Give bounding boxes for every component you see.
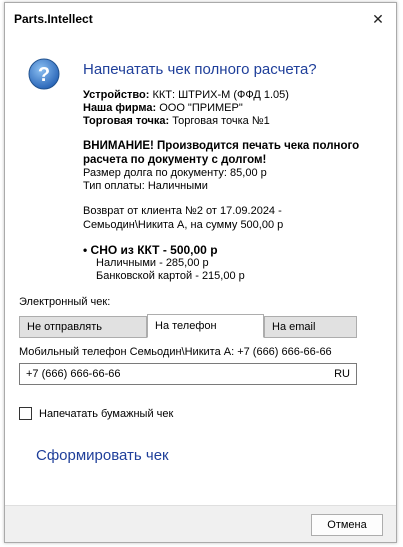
warning-line-2: расчета по документу с долгом! <box>83 154 267 166</box>
dialog-footer: Отмена <box>5 505 396 542</box>
dialog-window: Parts.Intellect ✕ ? Напечатать чек полно… <box>4 2 397 543</box>
tab-email[interactable]: На email <box>264 316 357 338</box>
cash-amount: Наличными - 285,00 р <box>96 257 209 269</box>
title-bar: Parts.Intellect ✕ <box>5 3 396 35</box>
svg-text:?: ? <box>38 64 50 86</box>
phone-label: Мобильный телефон Семьодин\Никита А: +7 … <box>19 346 332 358</box>
card-amount: Банковской картой - 215,00 р <box>96 270 245 282</box>
question-icon: ? <box>28 58 60 90</box>
refund-line-2: Семьодин\Никита А, на сумму 500,00 р <box>83 219 284 231</box>
close-icon[interactable]: ✕ <box>366 7 390 31</box>
phone-input[interactable]: +7 (666) 666-66-66 RU <box>19 363 357 385</box>
company-row: Наша фирма: ООО "ПРИМЕР" <box>83 102 243 115</box>
point-row: Торговая точка: Торговая точка №1 <box>83 115 270 128</box>
dialog-heading: Напечатать чек полного расчета? <box>83 61 317 78</box>
paper-check-label[interactable]: Напечатать бумажный чек <box>39 408 173 420</box>
device-label: Устройство: <box>83 89 150 101</box>
company-label: Наша фирма: <box>83 102 157 114</box>
debt-warning: ВНИМАНИЕ! Производится печать чека полно… <box>83 139 383 167</box>
device-row: Устройство: ККТ: ШТРИХ-М (ФФД 1.05) <box>83 89 289 102</box>
cancel-button[interactable]: Отмена <box>311 514 383 536</box>
point-label: Торговая точка: <box>83 115 170 127</box>
device-value: ККТ: ШТРИХ-М (ФФД 1.05) <box>152 89 289 101</box>
sno-total: • СНО из ККТ - 500,00 р <box>83 243 218 257</box>
form-check-link[interactable]: Сформировать чек <box>36 447 169 464</box>
company-value: ООО "ПРИМЕР" <box>159 102 243 114</box>
window-title: Parts.Intellect <box>14 12 93 26</box>
phone-value[interactable]: +7 (666) 666-66-66 <box>26 368 120 380</box>
paper-check-checkbox[interactable] <box>19 407 32 420</box>
refund-line-1: Возврат от клиента №2 от 17.09.2024 - <box>83 205 282 217</box>
point-value: Торговая точка №1 <box>172 115 270 127</box>
electronic-check-label: Электронный чек: <box>19 296 111 308</box>
warning-line-1: ВНИМАНИЕ! Производится печать чека полно… <box>83 140 360 152</box>
electronic-check-tabs: Не отправлять На телефон На email <box>19 314 357 338</box>
phone-locale: RU <box>334 368 350 380</box>
debt-amount: Размер долга по документу: 85,00 р <box>83 167 267 179</box>
tab-do-not-send[interactable]: Не отправлять <box>19 316 147 338</box>
tab-phone[interactable]: На телефон <box>147 314 264 338</box>
payment-type: Тип оплаты: Наличными <box>83 180 208 192</box>
